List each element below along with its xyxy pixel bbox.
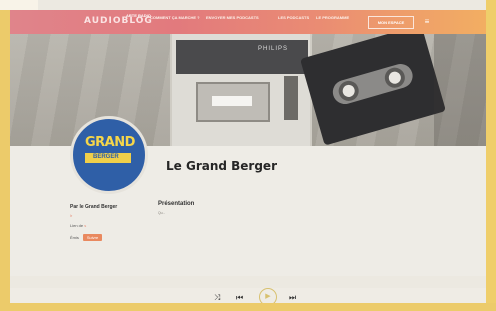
arte-radio-mark: ARTE RADIO — [126, 13, 151, 18]
follow-button[interactable]: Suivre — [82, 234, 103, 241]
top-navigation: AUDIOBLOG ARTE RADIO Comment ça marche ?… — [10, 10, 486, 34]
my-space-button[interactable]: MON ESPACE — [368, 16, 414, 29]
presentation-paragraph: Qu... — [158, 211, 166, 215]
cassette-recorder-image: PHILIPS — [170, 34, 312, 146]
emissions-row: Émis Suivre — [70, 234, 150, 241]
frame-left — [0, 0, 10, 311]
frame-right — [486, 0, 496, 311]
page-title: Le Grand Berger — [166, 159, 277, 173]
frame-bottom — [0, 303, 496, 311]
presentation-heading: Présentation — [158, 201, 195, 207]
since-row: Lien de s — [70, 223, 150, 228]
podcast-avatar: GRAND BERGER — [70, 116, 148, 194]
recorder-knob — [284, 76, 298, 120]
paper-corner — [0, 0, 38, 10]
recorder-label — [212, 96, 252, 106]
recorder-brand: PHILIPS — [258, 46, 289, 52]
author-sidebar: Par le Grand Berger lr Lien de s Émis Su… — [70, 204, 150, 241]
since-value[interactable]: s — [84, 223, 86, 228]
hero-shadow — [434, 34, 486, 146]
since-label: Lien de — [70, 223, 84, 228]
author-link[interactable]: lr — [70, 213, 150, 218]
nav-item-send-podcasts[interactable]: Envoyer mes podcasts — [206, 15, 266, 20]
nav-item-how-it-works[interactable]: Comment ça marche ? — [150, 15, 210, 20]
author-name: Par le Grand Berger — [70, 204, 118, 210]
avatar-grand-text: GRAND — [85, 135, 135, 150]
recorder-top — [176, 40, 308, 74]
nav-item-program[interactable]: Le programme — [316, 15, 376, 20]
presentation-section: Présentation Qu... — [158, 201, 428, 218]
avatar-berger-text: BERGER — [93, 154, 119, 160]
avatar-logo: GRAND BERGER — [81, 129, 139, 181]
emissions-label: Émis — [70, 235, 79, 240]
menu-icon[interactable]: ≡ — [422, 17, 432, 27]
